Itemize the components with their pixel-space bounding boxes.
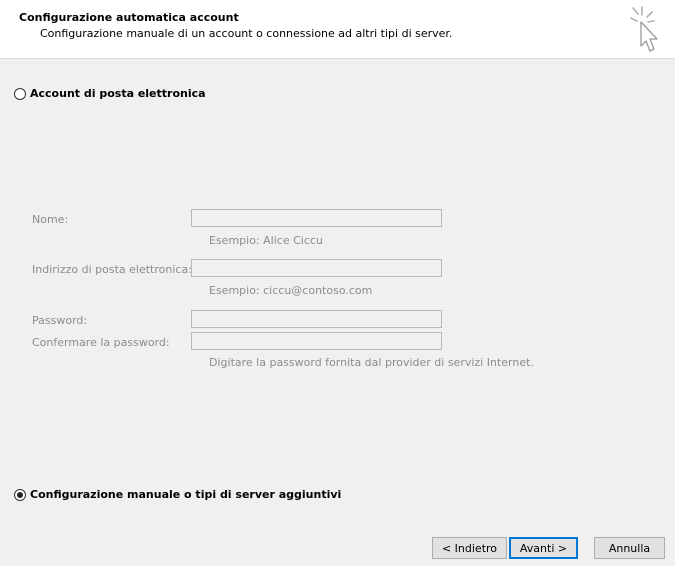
wizard-header: Configurazione automatica account Config… [0, 0, 675, 59]
email-account-radio[interactable] [14, 87, 26, 100]
password-field[interactable] [191, 310, 442, 328]
page-subtitle: Configurazione manuale di un account o c… [40, 27, 453, 40]
name-hint: Esempio: Alice Ciccu [209, 234, 323, 247]
password-label: Password: [32, 314, 88, 327]
wizard-cursor-icon [630, 6, 658, 52]
back-button[interactable]: < Indietro [432, 537, 507, 559]
page-title: Configurazione automatica account [19, 11, 239, 24]
email-account-option[interactable]: Account di posta elettronica [14, 87, 206, 100]
manual-setup-radio[interactable] [14, 488, 26, 501]
cancel-button[interactable]: Annulla [594, 537, 665, 559]
email-label: Indirizzo di posta elettronica: [32, 263, 192, 276]
email-hint: Esempio: ciccu@contoso.com [209, 284, 373, 297]
manual-setup-label: Configurazione manuale o tipi di server … [30, 488, 342, 501]
confirm-password-label: Confermare la password: [32, 336, 170, 349]
password-hint: Digitare la password fornita dal provide… [209, 356, 534, 369]
manual-setup-option[interactable]: Configurazione manuale o tipi di server … [14, 488, 341, 501]
name-label: Nome: [32, 213, 69, 226]
name-field[interactable] [191, 209, 442, 227]
email-account-label: Account di posta elettronica [30, 87, 206, 100]
email-field[interactable] [191, 259, 442, 277]
next-button[interactable]: Avanti > [509, 537, 578, 559]
confirm-password-field[interactable] [191, 332, 442, 350]
